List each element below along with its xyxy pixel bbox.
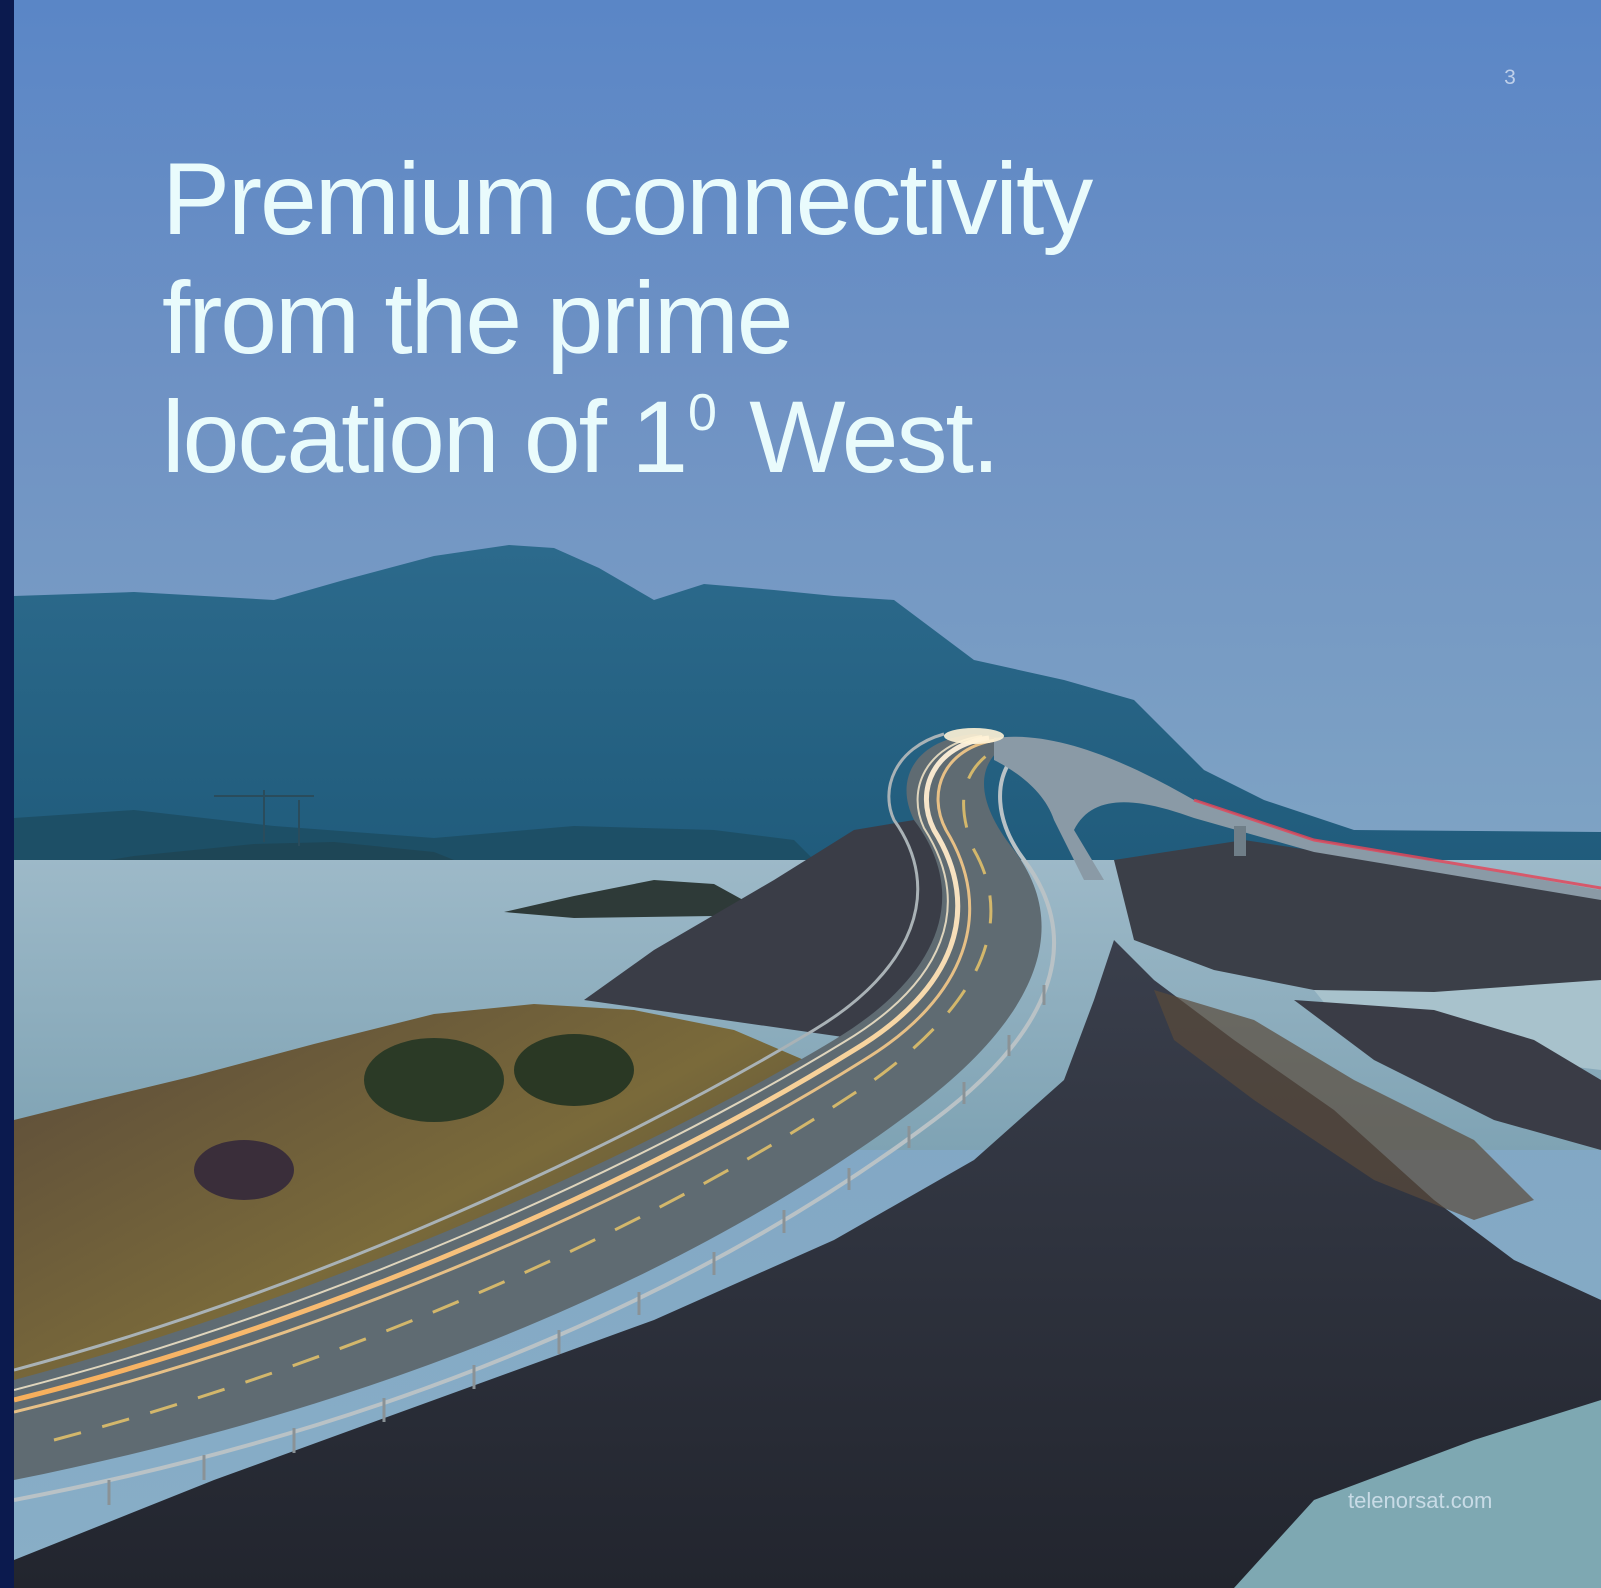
left-edge-bar (0, 0, 14, 1588)
headline: Premium connectivity from the prime loca… (162, 140, 1093, 515)
brochure-page: Premium connectivity from the prime loca… (0, 0, 1601, 1588)
degree-superscript: 0 (688, 384, 717, 442)
page-number: 3 (1504, 66, 1516, 89)
headline-line-2: from the prime (162, 261, 794, 375)
headline-line-3-end: West. (722, 380, 1000, 494)
headline-line-3: location of 10 West. (162, 378, 1091, 515)
footer-url[interactable]: telenorsat.com (1348, 1488, 1492, 1514)
headline-line-3-start: location of 1 (162, 380, 688, 494)
headline-line-1: Premium connectivity (162, 142, 1093, 256)
